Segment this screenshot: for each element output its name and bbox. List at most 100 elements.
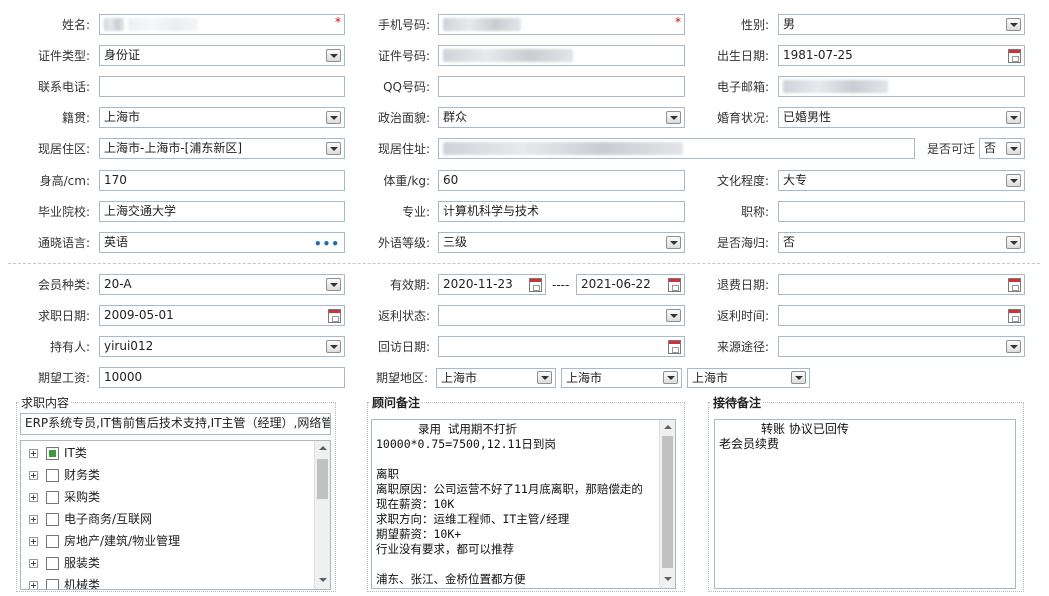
scroll-up-icon[interactable] — [315, 441, 330, 455]
job-content-summary[interactable]: ERP系统专员,IT售前售后技术支持,IT主管（经理）,网络管 — [20, 413, 331, 435]
expand-icon[interactable] — [29, 581, 38, 589]
weight-input[interactable]: 60 — [438, 170, 685, 191]
chevron-down-icon[interactable] — [1006, 340, 1021, 353]
expand-icon[interactable] — [29, 515, 38, 524]
calendar-icon[interactable] — [1008, 309, 1021, 323]
job-content-title: 求职内容 — [19, 394, 72, 411]
scroll-down-icon[interactable] — [315, 573, 330, 587]
region-select-2[interactable]: 上海市 — [561, 368, 682, 388]
checkbox[interactable] — [46, 491, 59, 504]
major-label: 专业: — [401, 205, 430, 219]
email-input[interactable] — [778, 76, 1025, 97]
holder-select[interactable]: yirui012 — [99, 336, 345, 357]
residence-area-label: 现居住区: — [37, 142, 90, 156]
calendar-icon[interactable] — [1008, 49, 1021, 63]
checkbox[interactable] — [46, 447, 59, 460]
tree-item[interactable]: 房地产/建筑/物业管理 — [29, 531, 180, 551]
advisor-notes-title: 顾问备注 — [370, 394, 423, 411]
tree-item[interactable]: IT类 — [29, 443, 87, 463]
birthdate-input[interactable]: 1981-07-25 — [778, 45, 1025, 66]
height-input[interactable]: 170 — [99, 170, 345, 191]
chevron-down-icon[interactable] — [326, 278, 341, 291]
chevron-down-icon[interactable] — [1006, 236, 1021, 249]
more-options-icon[interactable]: ••• — [314, 235, 340, 252]
checkbox[interactable] — [46, 469, 59, 482]
chevron-down-icon[interactable] — [326, 49, 341, 62]
language-input[interactable]: 英语 ••• — [99, 232, 345, 253]
residence-area-select[interactable]: 上海市-上海市-[浦东新区] — [99, 138, 345, 159]
salary-input[interactable]: 10000 — [99, 367, 345, 388]
expand-icon[interactable] — [29, 449, 38, 458]
rebate-time-input[interactable] — [778, 305, 1025, 326]
chevron-down-icon[interactable] — [663, 371, 678, 384]
qq-input[interactable] — [438, 76, 685, 97]
scroll-down-icon[interactable] — [660, 572, 675, 586]
rebate-status-select[interactable] — [438, 305, 685, 326]
id-number-input[interactable] — [438, 45, 685, 66]
chevron-down-icon[interactable] — [537, 371, 552, 384]
visit-date-input[interactable] — [438, 336, 685, 357]
chevron-down-icon[interactable] — [326, 142, 341, 155]
mobile-input[interactable]: * — [438, 14, 685, 35]
school-label: 毕业院校: — [37, 205, 90, 219]
tree-item[interactable]: 服装类 — [29, 553, 100, 573]
tree-item[interactable]: 采购类 — [29, 487, 100, 507]
political-select[interactable]: 群众 — [438, 107, 685, 128]
marital-label: 婚育状况: — [716, 111, 769, 125]
expand-icon[interactable] — [29, 559, 38, 568]
checkbox[interactable] — [46, 513, 59, 526]
major-input[interactable]: 计算机科学与技术 — [438, 201, 685, 222]
validity-end-input[interactable]: 2021-06-22 — [576, 274, 685, 295]
scrollbar-thumb[interactable] — [317, 459, 328, 499]
phone-input[interactable] — [99, 76, 345, 97]
education-select[interactable]: 大专 — [778, 170, 1025, 191]
checkbox[interactable] — [46, 579, 59, 589]
school-input[interactable]: 上海交通大学 — [99, 201, 345, 222]
job-date-input[interactable]: 2009-05-01 — [99, 305, 345, 326]
tree-item[interactable]: 机械类 — [29, 575, 100, 589]
redacted-mobile — [443, 18, 521, 31]
source-select[interactable] — [778, 336, 1025, 357]
region-select-3[interactable]: 上海市 — [687, 368, 810, 388]
chevron-down-icon[interactable] — [1006, 111, 1021, 124]
title-input[interactable] — [778, 201, 1025, 222]
rebate-status-label: 返利状态: — [377, 309, 430, 323]
chevron-down-icon[interactable] — [326, 111, 341, 124]
calendar-icon[interactable] — [1008, 278, 1021, 292]
name-input[interactable]: * — [99, 14, 345, 35]
calendar-icon[interactable] — [529, 278, 542, 292]
scrollbar[interactable] — [314, 441, 330, 589]
member-type-select[interactable]: 20-A — [99, 274, 345, 295]
relocate-select[interactable]: 否 — [979, 138, 1025, 159]
chevron-down-icon[interactable] — [1006, 174, 1021, 187]
native-place-select[interactable]: 上海市 — [99, 107, 345, 128]
marital-select[interactable]: 已婚男性 — [778, 107, 1025, 128]
region-select-1[interactable]: 上海市 — [436, 368, 556, 388]
phone-label: 联系电话: — [37, 80, 90, 94]
source-label: 来源途径: — [716, 340, 769, 354]
advisor-notes-textarea[interactable]: 录用 试用期不打折10000*0.75=7500,12.11日到岗 离职 离职原… — [371, 419, 676, 589]
validity-start-input[interactable]: 2020-11-23 — [438, 274, 546, 295]
reception-notes-textarea[interactable]: 转账 协议已回传 老会员续费 — [714, 419, 1016, 589]
overseas-select[interactable]: 否 — [778, 232, 1025, 253]
checkbox[interactable] — [46, 535, 59, 548]
chevron-down-icon[interactable] — [326, 340, 341, 353]
scrollbar[interactable] — [659, 420, 675, 588]
expand-icon[interactable] — [29, 493, 38, 502]
chevron-down-icon[interactable] — [1006, 142, 1021, 155]
refund-date-input[interactable] — [778, 274, 1025, 295]
tree-item[interactable]: 电子商务/互联网 — [29, 509, 152, 529]
scroll-up-icon[interactable] — [660, 420, 675, 434]
chevron-down-icon[interactable] — [791, 371, 806, 384]
expand-icon[interactable] — [29, 537, 38, 546]
expand-icon[interactable] — [29, 471, 38, 480]
tree-item[interactable]: 财务类 — [29, 465, 100, 485]
validity-label: 有效期: — [389, 278, 430, 292]
chevron-down-icon[interactable] — [1006, 18, 1021, 31]
scrollbar-thumb[interactable] — [662, 436, 673, 568]
residence-addr-input[interactable] — [438, 138, 915, 159]
id-type-select[interactable]: 身份证 — [99, 45, 345, 66]
gender-select[interactable]: 男 — [778, 14, 1025, 35]
lang-level-select[interactable]: 三级 — [438, 232, 685, 253]
checkbox[interactable] — [46, 557, 59, 570]
